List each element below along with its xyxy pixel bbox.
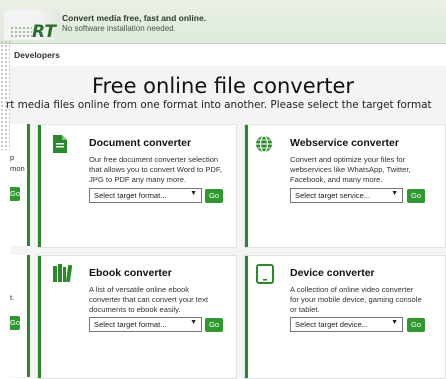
- top-nav: Developers: [10, 44, 446, 67]
- logo-area[interactable]: RT: [4, 10, 60, 42]
- card-title: Device converter: [290, 267, 375, 279]
- card-desc-line-1: Convert and optimize your files for: [290, 155, 406, 164]
- device-converter-card: Device converter A collection of online …: [244, 255, 446, 379]
- card-desc-line-3: or tablet.: [290, 305, 320, 314]
- books-icon: [53, 264, 73, 282]
- card-accent-bar: [245, 125, 248, 247]
- card-title: Webservice converter: [290, 137, 399, 149]
- card-desc-line-2: converter that can convert your text: [89, 295, 209, 304]
- partial-go-button[interactable]: Go: [10, 187, 20, 201]
- card-accent-bar: [38, 125, 41, 247]
- document-converter-card: Document converter Our free document con…: [37, 124, 237, 248]
- card-desc-line-2: that allows you to convert Word to PDF,: [89, 165, 222, 174]
- logo-text: RT: [32, 22, 56, 42]
- card-desc-line-3: documents to ebook easily.: [89, 305, 181, 314]
- chevron-down-icon: ▼: [190, 190, 197, 197]
- go-button[interactable]: Go: [205, 189, 223, 203]
- target-device-select[interactable]: Select target device... ▼: [290, 317, 403, 332]
- page-subtitle: rt media files online from one format in…: [6, 99, 432, 111]
- select-value: Select target service...: [295, 191, 371, 200]
- select-value: Select target device...: [295, 320, 369, 329]
- card-accent-bar: [38, 256, 41, 378]
- site-header: RT Convert media free, fast and online. …: [0, 0, 446, 44]
- target-format-select[interactable]: Select target format... ▼: [89, 188, 202, 203]
- tagline-sub: No software installation needed.: [62, 24, 176, 33]
- globe-icon: [256, 135, 272, 153]
- partial-text-3: t.: [10, 293, 15, 302]
- card-desc-line-1: A collection of online video converter: [290, 285, 414, 294]
- chevron-down-icon: ▼: [391, 190, 398, 197]
- go-button[interactable]: Go: [407, 318, 425, 332]
- logo-dots: [10, 26, 32, 38]
- ebook-converter-card: Ebook converter A list of versatile onli…: [37, 255, 237, 379]
- go-button[interactable]: Go: [407, 189, 425, 203]
- document-icon: [53, 135, 67, 153]
- card-desc-line-3: JPG to PDF any many more.: [89, 175, 187, 184]
- card-desc-line-3: Facebook, and many more.: [290, 175, 383, 184]
- go-button[interactable]: Go: [205, 318, 223, 332]
- select-value: Select target format...: [94, 320, 167, 329]
- chevron-down-icon: ▼: [391, 319, 398, 326]
- tablet-icon: [256, 264, 274, 284]
- card-desc-line-2: for your mobile device, gaming console: [290, 295, 422, 304]
- partial-card-left-bottom: t. Go: [10, 255, 30, 377]
- card-title: Ebook converter: [89, 267, 172, 279]
- chevron-down-icon: ▼: [190, 319, 197, 326]
- partial-text-2: mon: [10, 164, 25, 173]
- target-service-select[interactable]: Select target service... ▼: [290, 188, 403, 203]
- partial-card-left-top: p mon Go: [10, 124, 30, 246]
- card-desc-line-2: webservices like WhatsApp, Twitter,: [290, 165, 411, 174]
- card-title: Document converter: [89, 137, 192, 149]
- card-desc-line-1: Our free document converter selection: [89, 155, 219, 164]
- select-value: Select target format...: [94, 191, 167, 200]
- target-format-select[interactable]: Select target format... ▼: [89, 317, 202, 332]
- partial-text-1: p: [10, 153, 15, 162]
- page-title: Free online file converter: [91, 74, 355, 98]
- card-accent-bar: [245, 256, 248, 378]
- tagline-main: Convert media free, fast and online.: [62, 13, 207, 23]
- nav-item-developers[interactable]: Developers: [14, 50, 60, 60]
- webservice-converter-card: Webservice converter Convert and optimiz…: [244, 124, 446, 248]
- card-desc-line-1: A list of versatile online ebook: [89, 285, 190, 294]
- partial-go-button[interactable]: Go: [10, 316, 20, 330]
